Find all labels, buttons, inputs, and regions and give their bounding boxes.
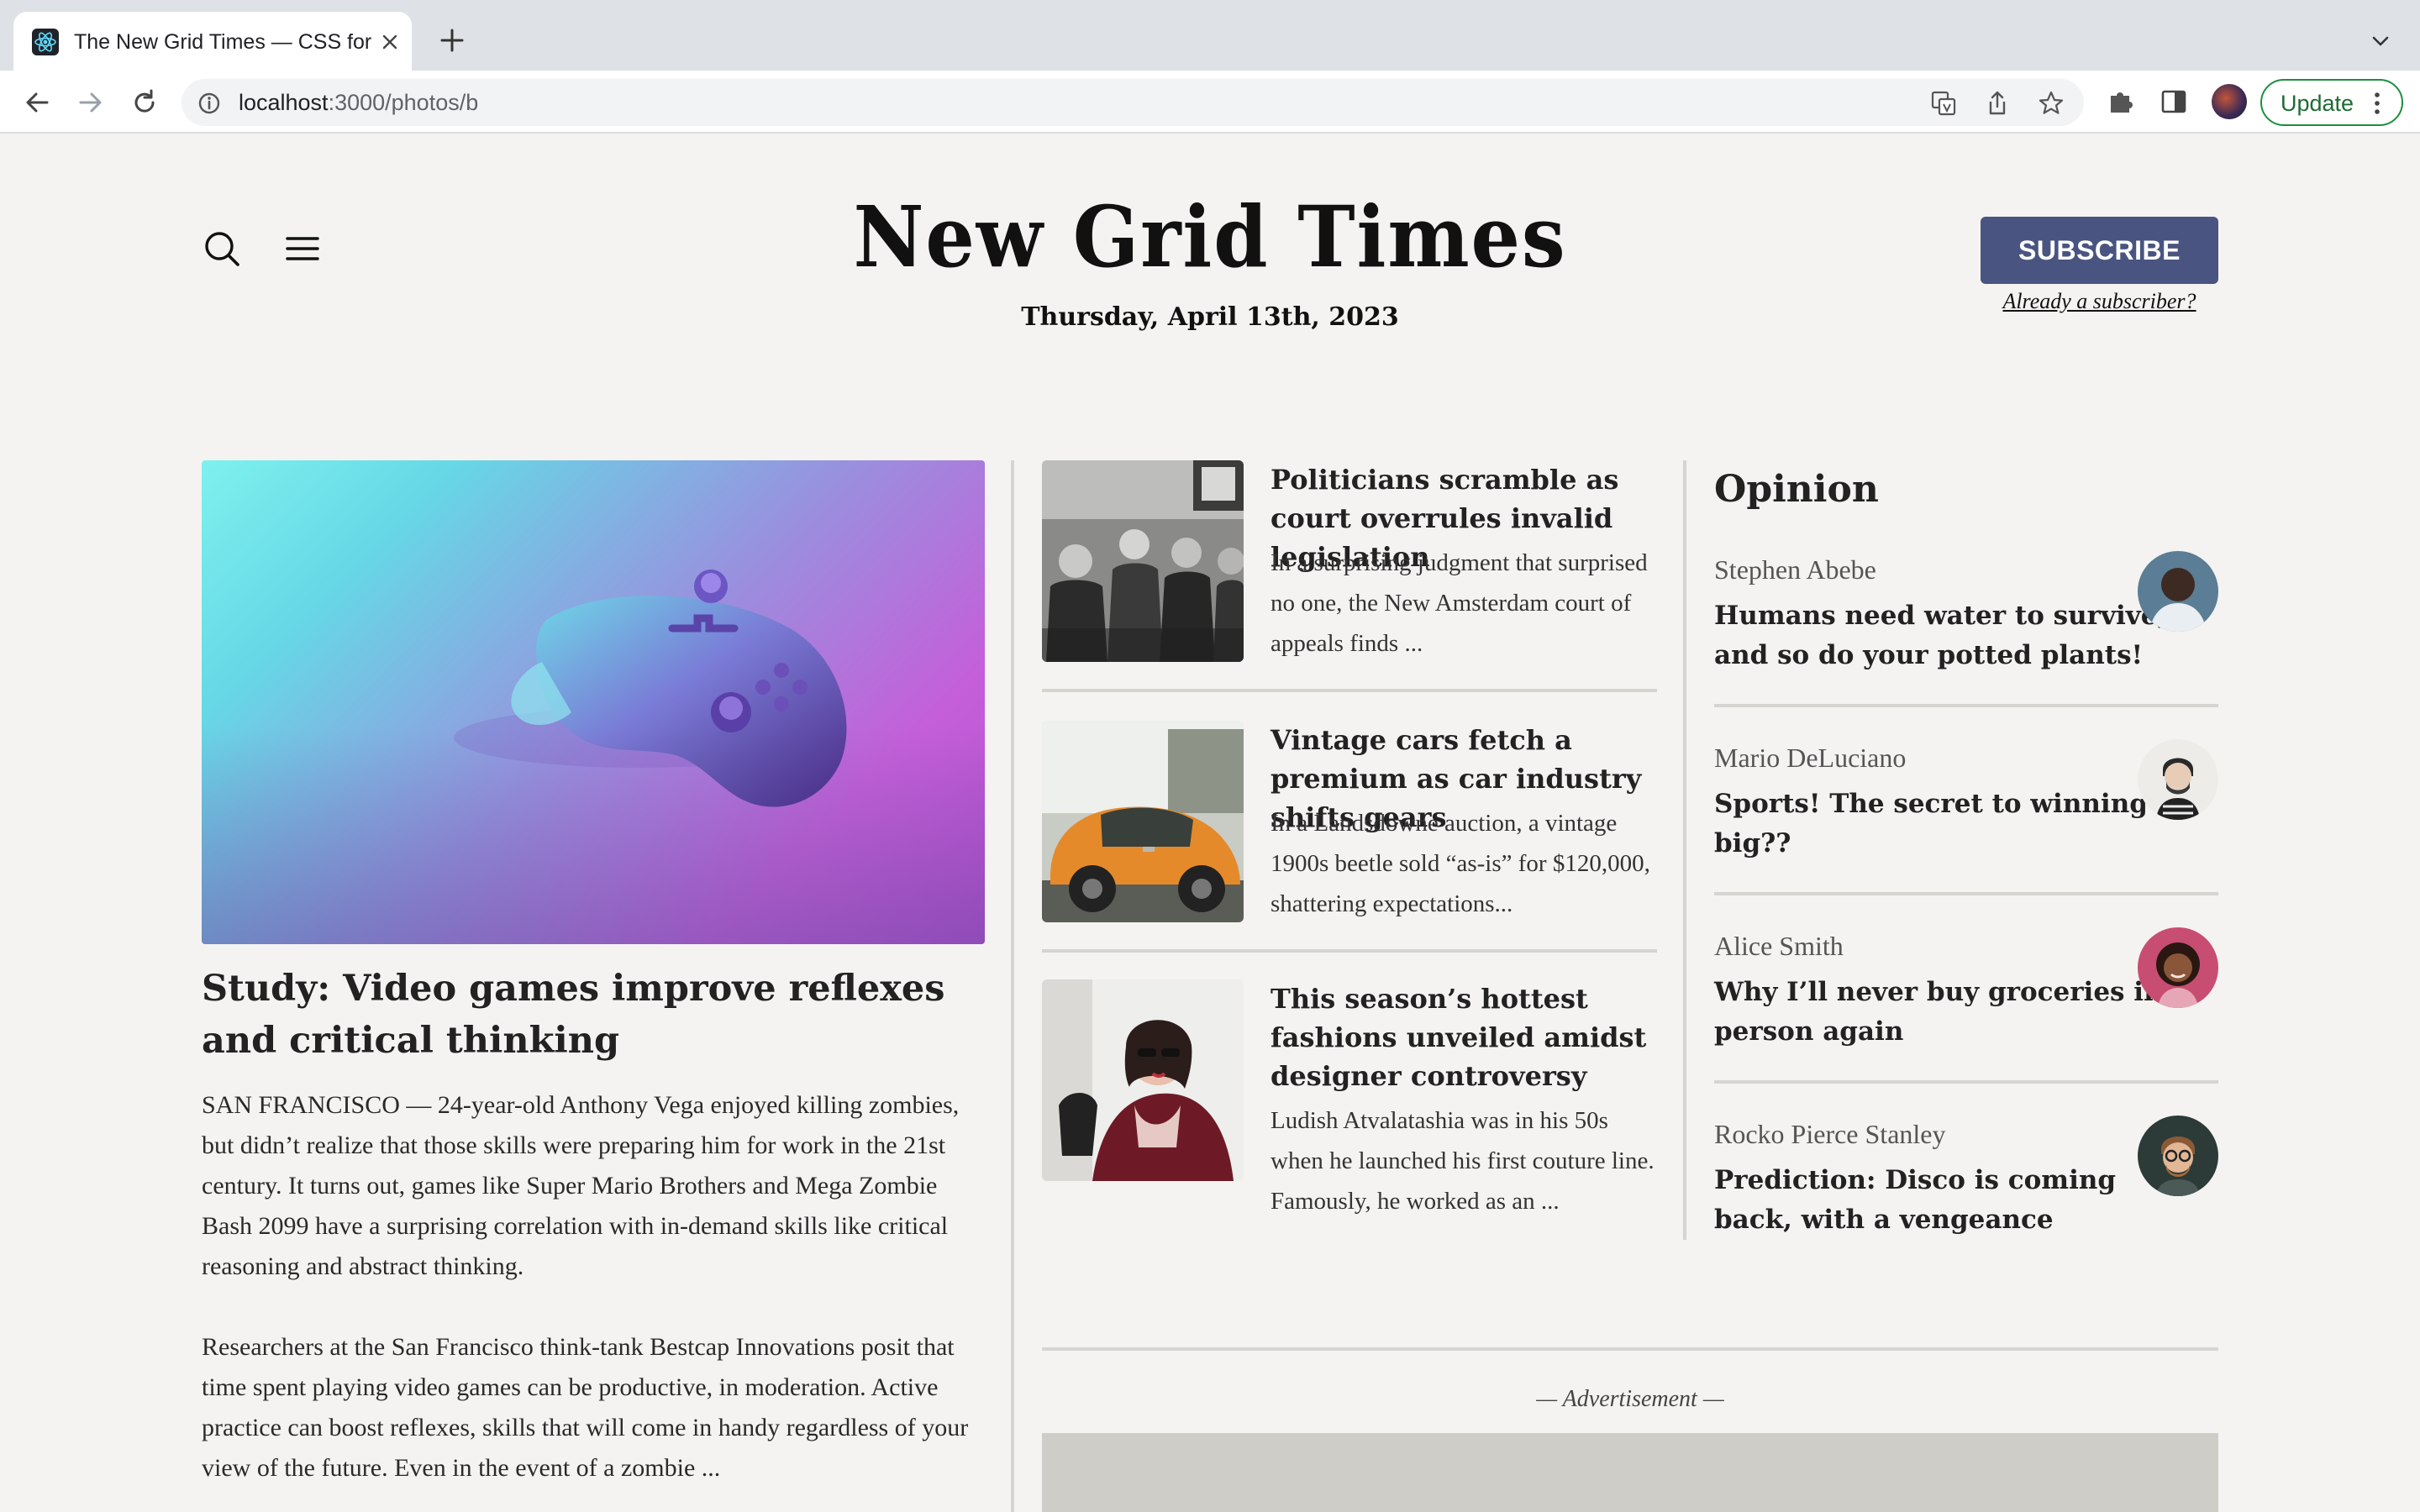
opinion-divider <box>1714 1080 2218 1084</box>
story-title[interactable]: This season’s hottest fashions unveiled … <box>1270 979 1665 1095</box>
opinion-author: Mario DeLuciano <box>1714 743 1907 773</box>
close-tab-icon[interactable] <box>378 30 402 54</box>
politicians-photo <box>1042 460 1244 662</box>
opinion-author: Stephen Abebe <box>1714 554 1876 585</box>
already-subscriber-link[interactable]: Already a subscriber? <box>1981 287 2218 316</box>
url-path: :3000/photos/b <box>328 90 479 115</box>
bookmark-star-icon[interactable] <box>2037 89 2065 118</box>
opinion-item[interactable]: Stephen Abebe Humans need water to survi… <box>1714 551 2218 679</box>
more-vertical-icon <box>2373 91 2381 116</box>
opinion-title[interactable]: Prediction: Disco is coming back, with a… <box>1714 1161 2185 1240</box>
back-arrow-icon[interactable] <box>22 87 52 118</box>
profile-avatar[interactable] <box>2212 84 2247 119</box>
toolbar-divider <box>0 132 2420 134</box>
side-panel-icon[interactable] <box>2158 86 2190 118</box>
url-text[interactable]: localhost:3000/photos/b <box>239 87 478 118</box>
opinion-title[interactable]: Why I’ll never buy groceries in-person a… <box>1714 973 2185 1052</box>
story-excerpt: In a Landsdowne auction, a vintage 1900s… <box>1270 810 1650 917</box>
browser-tab[interactable]: The New Grid Times — CSS for <box>13 12 412 71</box>
author-avatar <box>2138 551 2218 632</box>
tab-search-chevron-icon[interactable] <box>2368 29 2393 54</box>
new-tab-plus-icon[interactable] <box>437 25 467 55</box>
url-host: localhost <box>239 90 329 115</box>
column-divider-right <box>1683 460 1686 1240</box>
secondary-story-vintage-cars[interactable]: Vintage cars fetch a premium as car indu… <box>1042 721 1657 922</box>
address-bar[interactable]: localhost:3000/photos/b <box>182 79 2084 126</box>
advertisement-label: — Advertisement — <box>1536 1386 1724 1412</box>
vintage-beetle-photo <box>1042 721 1244 922</box>
main-story-paragraph-1: SAN FRANCISCO — 24-year-old Anthony Vega… <box>202 1091 960 1280</box>
site-info-icon[interactable] <box>197 91 222 116</box>
tab-title: The New Grid Times — CSS for <box>74 30 372 54</box>
author-avatar <box>2138 927 2218 1008</box>
page-date: Thursday, April 13th, 2023 <box>1021 302 1399 332</box>
update-button[interactable]: Update <box>2260 79 2403 126</box>
secondary-story-fashion[interactable]: This season’s hottest fashions unveiled … <box>1042 979 1657 1223</box>
secondary-story-politics[interactable]: Politicians scramble as court overrules … <box>1042 460 1657 662</box>
opinion-author: Rocko Pierce Stanley <box>1714 1119 1946 1149</box>
story-excerpt: In a surprising judgment that surprised … <box>1270 549 1648 657</box>
subscribe-button[interactable]: SUBSCRIBE <box>1981 217 2218 284</box>
image-shading <box>202 460 985 944</box>
browser-toolbar: localhost:3000/photos/b Update <box>0 71 2420 133</box>
opinion-item[interactable]: Alice Smith Why I’ll never buy groceries… <box>1714 927 2218 1055</box>
opinion-item[interactable]: Rocko Pierce Stanley Prediction: Disco i… <box>1714 1116 2218 1243</box>
share-icon[interactable] <box>1983 89 2012 118</box>
opinion-heading: Opinion <box>1714 468 1879 511</box>
opinion-title[interactable]: Humans need water to survive, and so do … <box>1714 596 2185 675</box>
browser-tabstrip: The New Grid Times — CSS for <box>0 0 2420 71</box>
fashion-model-photo <box>1042 979 1244 1181</box>
react-favicon-icon <box>32 29 59 55</box>
opinion-divider <box>1714 892 2218 895</box>
translate-icon[interactable] <box>1929 89 1958 118</box>
story-divider <box>1042 949 1657 953</box>
main-story-paragraph-2: Researchers at the San Francisco think-t… <box>202 1333 969 1482</box>
main-story-image-game-controller[interactable] <box>202 460 985 944</box>
advertisement-slot[interactable] <box>1042 1433 2218 1512</box>
author-avatar <box>2138 739 2218 820</box>
reload-icon[interactable] <box>129 87 160 118</box>
story-divider <box>1042 689 1657 692</box>
column-divider-left <box>1011 460 1014 1512</box>
opinion-title[interactable]: Sports! The secret to winning big?? <box>1714 785 2185 864</box>
author-avatar <box>2138 1116 2218 1196</box>
story-excerpt: Ludish Atvalatashia was in his 50s when … <box>1270 1107 1655 1215</box>
opinion-divider <box>1714 704 2218 707</box>
extensions-puzzle-icon[interactable] <box>2104 86 2136 118</box>
advertisement-divider <box>1042 1347 2218 1351</box>
opinion-author: Alice Smith <box>1714 931 1844 961</box>
update-label: Update <box>2281 91 2354 116</box>
opinion-item[interactable]: Mario DeLuciano Sports! The secret to wi… <box>1714 739 2218 867</box>
main-story-headline[interactable]: Study: Video games improve reflexes and … <box>202 963 985 1067</box>
forward-arrow-icon[interactable] <box>76 87 106 118</box>
